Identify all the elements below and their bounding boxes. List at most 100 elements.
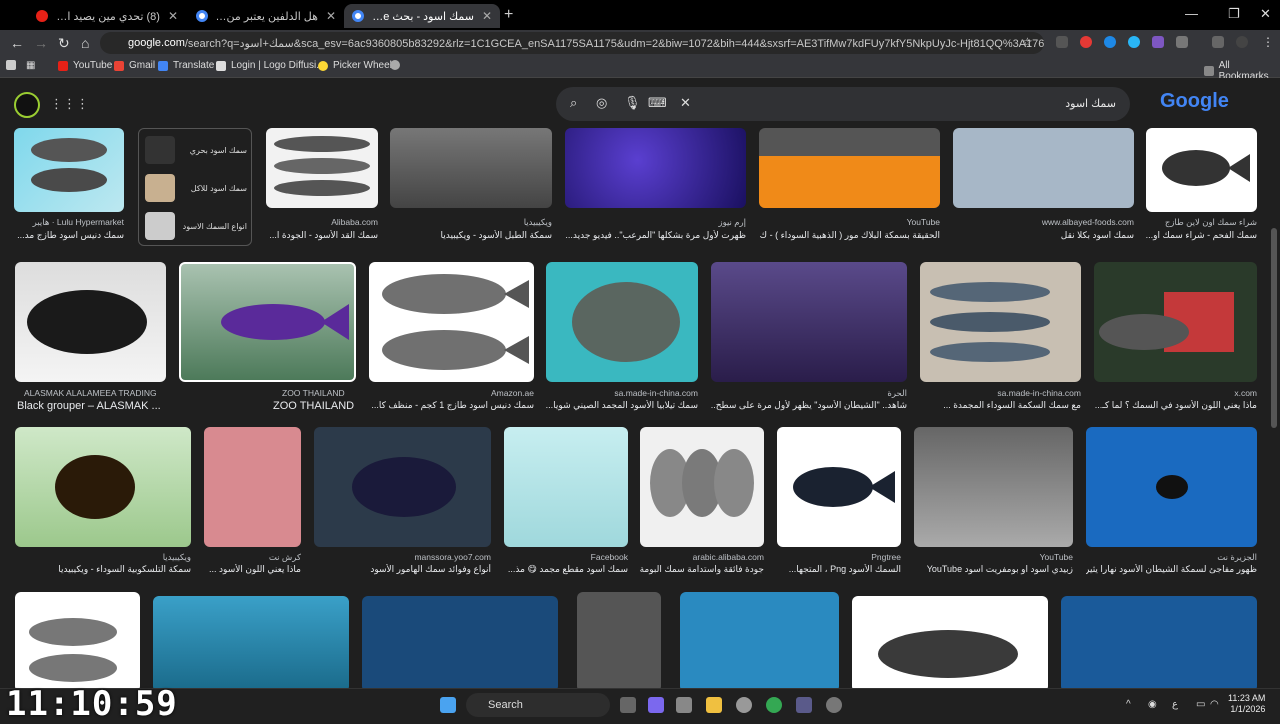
chrome-icon[interactable] — [766, 697, 782, 713]
taskbar-search[interactable]: Search — [466, 693, 610, 717]
app-icon[interactable] — [826, 697, 842, 713]
close-icon[interactable]: ✕ — [168, 9, 178, 23]
related-item[interactable]: انواع السمك الاسود — [143, 209, 249, 243]
result-image[interactable] — [759, 128, 940, 208]
reload-icon[interactable]: ↻ — [58, 35, 70, 52]
search-box[interactable]: ⌕ ◎ 🎙 ⌨ ✕ سمك اسود — [556, 87, 1130, 121]
related-item[interactable]: سمك اسود بحري — [143, 133, 249, 167]
extension-icon[interactable] — [1152, 36, 1164, 48]
apps-grid-icon[interactable]: ▦ — [26, 60, 35, 71]
result-title[interactable]: مع سمك السكمة السوداء المجمدة ... — [920, 400, 1081, 411]
menu-icon[interactable]: ⋮ — [1262, 35, 1274, 49]
result-title[interactable]: سمك اسود مقطع مجمد 😋 مذ... — [504, 564, 628, 575]
result-title[interactable]: ماذا يعني اللون الأسود ... — [204, 564, 301, 575]
result-title[interactable]: سمكة الطبل الأسود - ويكيبيديا — [390, 230, 552, 241]
result-title[interactable]: سمك الفحم - شراء سمك او... — [1146, 230, 1257, 241]
result-image[interactable] — [390, 128, 552, 208]
result-image[interactable] — [362, 596, 558, 688]
result-title[interactable]: سمك تيلابيا الأسود المجمد الصيني شويا... — [546, 400, 698, 411]
bookmark-star-icon[interactable]: ☆ — [1022, 35, 1033, 49]
result-image[interactable] — [369, 262, 534, 382]
result-image[interactable] — [920, 262, 1081, 382]
close-icon[interactable]: ✕ — [326, 9, 336, 23]
result-title[interactable]: ظهور مفاجئ لسمكة الشيطان الأسود نهارا يث… — [1086, 564, 1257, 575]
bookmark-youtube[interactable]: YouTube — [58, 60, 112, 71]
result-title[interactable]: سمك دنيس اسود طازج مد... — [14, 230, 124, 241]
result-title[interactable]: أنواع وفوائد سمك الهامور الأسود — [314, 564, 491, 575]
profile-avatar[interactable] — [14, 92, 40, 118]
result-image[interactable] — [1061, 596, 1257, 688]
result-image[interactable] — [640, 427, 764, 547]
result-source[interactable]: www.albayed-foods.com — [953, 217, 1134, 227]
new-tab-button[interactable]: + — [504, 6, 513, 24]
result-title[interactable]: ماذا يعني اللون الأسود في السمك ؟ لما كـ… — [1094, 400, 1257, 411]
result-image[interactable] — [15, 427, 191, 547]
profile-icon[interactable] — [1236, 36, 1248, 48]
extension-icon[interactable] — [1056, 36, 1068, 48]
google-logo[interactable]: Google — [1160, 90, 1229, 113]
result-image[interactable] — [777, 427, 901, 547]
result-title[interactable]: سمكة التلسكوبية السوداء - ويكيبيديا — [15, 564, 191, 575]
battery-icon[interactable]: ▭ — [1196, 699, 1205, 710]
result-title[interactable]: سمك دنيس اسود طازج 1 كجم - منظف كا... — [369, 400, 534, 411]
result-source[interactable]: ويكيبيديا — [15, 552, 191, 563]
location-icon[interactable]: ◉ — [1148, 699, 1157, 710]
result-source[interactable]: شراء سمك اون لاين طازج — [1146, 217, 1257, 228]
result-image[interactable] — [204, 427, 301, 547]
result-source[interactable]: إرم نيوز — [565, 217, 746, 228]
result-image[interactable] — [14, 128, 124, 212]
search-icon[interactable]: ⌕ — [570, 95, 577, 111]
result-source[interactable]: sa.made-in-china.com — [546, 388, 698, 398]
result-source[interactable]: ويكيبيديا — [390, 217, 552, 228]
result-image[interactable] — [504, 427, 628, 547]
result-title[interactable]: سمك القد الأسود - الجودة ا... — [256, 230, 378, 241]
bookmark-gmail[interactable]: Gmail — [114, 60, 155, 71]
result-source[interactable]: manssora.yoo7.com — [314, 552, 491, 562]
search-input[interactable]: سمك اسود — [1065, 97, 1116, 110]
result-title[interactable]: سمك اسود بكلا نقل — [953, 230, 1134, 241]
result-title[interactable]: Black grouper – ALASMAK ... — [17, 400, 167, 412]
extension-icon[interactable] — [1080, 36, 1092, 48]
task-view-icon[interactable] — [620, 697, 636, 713]
store-icon[interactable] — [676, 697, 692, 713]
result-title[interactable]: الحقيقة بسمكة البلاك مور ( الذهبية السود… — [759, 230, 940, 241]
result-image[interactable] — [153, 596, 349, 688]
keyboard-icon[interactable]: ⌨ — [648, 95, 667, 111]
result-source[interactable]: Facebook — [504, 552, 628, 562]
windows-start-icon[interactable] — [440, 697, 456, 713]
home-icon[interactable]: ⌂ — [81, 35, 89, 51]
reading-list-icon[interactable] — [1212, 36, 1224, 48]
result-source[interactable]: arabic.alibaba.com — [640, 552, 764, 562]
result-source[interactable]: كرش نت — [204, 552, 301, 563]
bookmark-globe[interactable] — [390, 60, 400, 70]
settings-icon[interactable] — [736, 697, 752, 713]
clear-icon[interactable]: ✕ — [680, 95, 691, 111]
result-image[interactable] — [914, 427, 1073, 547]
result-source[interactable]: Pngtree — [777, 552, 901, 562]
result-title[interactable]: زبيدي اسود او بومفريت اسود YouTube — [914, 564, 1073, 575]
bookmark-square-icon[interactable] — [6, 60, 16, 70]
wifi-icon[interactable]: ◠ — [1210, 699, 1219, 710]
app-icon[interactable] — [796, 697, 812, 713]
extension-icon[interactable] — [1128, 36, 1140, 48]
extensions-puzzle-icon[interactable] — [1176, 36, 1188, 48]
language-indicator[interactable]: ع — [1172, 699, 1178, 710]
result-image[interactable] — [852, 596, 1048, 688]
result-image[interactable] — [179, 262, 356, 382]
result-source[interactable]: ZOO THAILAND — [282, 388, 358, 398]
result-source[interactable]: YouTube — [914, 552, 1073, 562]
minimize-button[interactable]: — — [1185, 6, 1198, 21]
result-image[interactable] — [565, 128, 746, 208]
result-image[interactable] — [266, 128, 378, 208]
result-source[interactable]: x.com — [1094, 388, 1257, 398]
result-image[interactable] — [1086, 427, 1257, 547]
result-source[interactable]: ALASMAK ALALAMEEA TRADING — [24, 388, 166, 398]
forward-icon[interactable]: → — [34, 35, 48, 51]
related-item[interactable]: سمك اسود للاكل — [143, 171, 249, 205]
result-title[interactable]: ظهرت لأول مرة بشكلها "المرعب".. فيديو جد… — [565, 230, 746, 241]
tab-dolphin[interactable]: هل الدلفين يعتبر من الاسماك - بـ✕ — [188, 4, 344, 28]
system-clock[interactable]: 11:23 AM 1/1/2026 — [1228, 693, 1265, 715]
result-source[interactable]: الحرة — [711, 388, 907, 399]
result-image[interactable] — [953, 128, 1134, 208]
copilot-icon[interactable] — [648, 697, 664, 713]
